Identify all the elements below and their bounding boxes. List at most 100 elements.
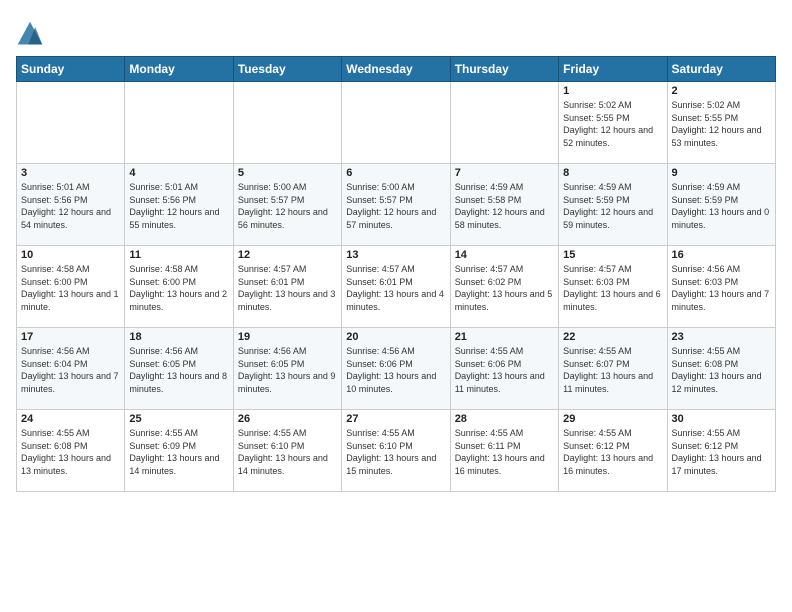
- day-info: Sunrise: 4:55 AM Sunset: 6:08 PM Dayligh…: [672, 345, 771, 395]
- day-info: Sunrise: 4:57 AM Sunset: 6:01 PM Dayligh…: [238, 263, 337, 313]
- day-number: 14: [455, 249, 554, 261]
- calendar-cell: 26Sunrise: 4:55 AM Sunset: 6:10 PM Dayli…: [233, 410, 341, 492]
- calendar-cell: 4 Sunrise: 5:01 AM Sunset: 5:56 PM Daylig…: [125, 164, 233, 246]
- day-info: Sunrise: 4:58 AM Sunset: 6:00 PM Dayligh…: [21, 263, 120, 313]
- weekday-header: Friday: [559, 57, 667, 82]
- calendar-cell: 5 Sunrise: 5:00 AM Sunset: 5:57 PM Daylig…: [233, 164, 341, 246]
- day-info: Sunrise: 4:55 AM Sunset: 6:12 PM Dayligh…: [563, 427, 662, 477]
- day-number: 27: [346, 413, 445, 425]
- calendar-cell: 23 Sunrise: 4:55 AM Sunset: 6:08 PM Dayli…: [667, 328, 775, 410]
- day-number: 19: [238, 331, 337, 343]
- day-info: Sunrise: 5:01 AM Sunset: 5:56 PM Dayligh…: [21, 181, 120, 231]
- day-number: 16: [672, 249, 771, 261]
- calendar-cell: 2Sunrise: 5:02 AM Sunset: 5:55 PM Daylig…: [667, 82, 775, 164]
- day-number: 25: [129, 413, 228, 425]
- calendar-week-row: 10 Sunrise: 4:58 AM Sunset: 6:00 PM Dayli…: [17, 246, 776, 328]
- calendar-cell: 24 Sunrise: 4:55 AM Sunset: 6:08 PM Dayli…: [17, 410, 125, 492]
- calendar-cell: 18 Sunrise: 4:56 AM Sunset: 6:05 PM Dayli…: [125, 328, 233, 410]
- day-info: Sunrise: 4:55 AM Sunset: 6:06 PM Dayligh…: [455, 345, 554, 395]
- calendar-cell: 15 Sunrise: 4:57 AM Sunset: 6:03 PM Dayli…: [559, 246, 667, 328]
- weekday-header: Monday: [125, 57, 233, 82]
- weekday-header: Sunday: [17, 57, 125, 82]
- day-info: Sunrise: 4:57 AM Sunset: 6:02 PM Dayligh…: [455, 263, 554, 313]
- day-number: 4: [129, 167, 228, 179]
- day-number: 29: [563, 413, 662, 425]
- day-info: Sunrise: 4:59 AM Sunset: 5:58 PM Dayligh…: [455, 181, 554, 231]
- logo-icon: [16, 20, 44, 48]
- day-info: Sunrise: 5:02 AM Sunset: 5:55 PM Dayligh…: [563, 99, 662, 149]
- day-info: Sunrise: 4:56 AM Sunset: 6:06 PM Dayligh…: [346, 345, 445, 395]
- day-number: 21: [455, 331, 554, 343]
- day-info: Sunrise: 5:01 AM Sunset: 5:56 PM Dayligh…: [129, 181, 228, 231]
- calendar-cell: 6 Sunrise: 5:00 AM Sunset: 5:57 PM Daylig…: [342, 164, 450, 246]
- day-info: Sunrise: 4:57 AM Sunset: 6:03 PM Dayligh…: [563, 263, 662, 313]
- calendar-cell: [17, 82, 125, 164]
- day-number: 12: [238, 249, 337, 261]
- weekday-header: Thursday: [450, 57, 558, 82]
- day-info: Sunrise: 4:55 AM Sunset: 6:10 PM Dayligh…: [346, 427, 445, 477]
- day-number: 15: [563, 249, 662, 261]
- day-info: Sunrise: 4:55 AM Sunset: 6:07 PM Dayligh…: [563, 345, 662, 395]
- day-info: Sunrise: 4:55 AM Sunset: 6:10 PM Dayligh…: [238, 427, 337, 477]
- calendar-cell: 3Sunrise: 5:01 AM Sunset: 5:56 PM Daylig…: [17, 164, 125, 246]
- day-number: 13: [346, 249, 445, 261]
- calendar-cell: 16 Sunrise: 4:56 AM Sunset: 6:03 PM Dayli…: [667, 246, 775, 328]
- day-info: Sunrise: 4:58 AM Sunset: 6:00 PM Dayligh…: [129, 263, 228, 313]
- day-number: 7: [455, 167, 554, 179]
- page-header: [16, 16, 776, 48]
- calendar-cell: 7 Sunrise: 4:59 AM Sunset: 5:58 PM Daylig…: [450, 164, 558, 246]
- day-number: 6: [346, 167, 445, 179]
- logo: [16, 20, 46, 48]
- day-number: 23: [672, 331, 771, 343]
- weekday-header: Wednesday: [342, 57, 450, 82]
- calendar-cell: 13 Sunrise: 4:57 AM Sunset: 6:01 PM Dayli…: [342, 246, 450, 328]
- calendar-cell: 21 Sunrise: 4:55 AM Sunset: 6:06 PM Dayli…: [450, 328, 558, 410]
- day-number: 10: [21, 249, 120, 261]
- day-info: Sunrise: 4:56 AM Sunset: 6:04 PM Dayligh…: [21, 345, 120, 395]
- day-number: 2: [672, 85, 771, 97]
- day-number: 18: [129, 331, 228, 343]
- day-info: Sunrise: 4:55 AM Sunset: 6:11 PM Dayligh…: [455, 427, 554, 477]
- calendar-cell: 29 Sunrise: 4:55 AM Sunset: 6:12 PM Dayli…: [559, 410, 667, 492]
- calendar-cell: 17Sunrise: 4:56 AM Sunset: 6:04 PM Dayli…: [17, 328, 125, 410]
- calendar-week-row: 17Sunrise: 4:56 AM Sunset: 6:04 PM Dayli…: [17, 328, 776, 410]
- day-number: 28: [455, 413, 554, 425]
- day-info: Sunrise: 4:56 AM Sunset: 6:03 PM Dayligh…: [672, 263, 771, 313]
- weekday-header: Saturday: [667, 57, 775, 82]
- day-info: Sunrise: 5:00 AM Sunset: 5:57 PM Dayligh…: [346, 181, 445, 231]
- day-info: Sunrise: 4:57 AM Sunset: 6:01 PM Dayligh…: [346, 263, 445, 313]
- calendar-table: SundayMondayTuesdayWednesdayThursdayFrid…: [16, 56, 776, 492]
- calendar-cell: [125, 82, 233, 164]
- calendar-week-row: 3Sunrise: 5:01 AM Sunset: 5:56 PM Daylig…: [17, 164, 776, 246]
- day-info: Sunrise: 5:00 AM Sunset: 5:57 PM Dayligh…: [238, 181, 337, 231]
- day-number: 30: [672, 413, 771, 425]
- day-number: 11: [129, 249, 228, 261]
- day-info: Sunrise: 4:55 AM Sunset: 6:12 PM Dayligh…: [672, 427, 771, 477]
- day-info: Sunrise: 4:55 AM Sunset: 6:09 PM Dayligh…: [129, 427, 228, 477]
- day-number: 5: [238, 167, 337, 179]
- calendar-cell: [450, 82, 558, 164]
- calendar-cell: 27 Sunrise: 4:55 AM Sunset: 6:10 PM Dayli…: [342, 410, 450, 492]
- calendar-header-row: SundayMondayTuesdayWednesdayThursdayFrid…: [17, 57, 776, 82]
- day-number: 9: [672, 167, 771, 179]
- calendar-cell: 10 Sunrise: 4:58 AM Sunset: 6:00 PM Dayli…: [17, 246, 125, 328]
- day-info: Sunrise: 4:56 AM Sunset: 6:05 PM Dayligh…: [238, 345, 337, 395]
- calendar-cell: 1Sunrise: 5:02 AM Sunset: 5:55 PM Daylig…: [559, 82, 667, 164]
- day-number: 22: [563, 331, 662, 343]
- calendar-cell: [233, 82, 341, 164]
- day-number: 24: [21, 413, 120, 425]
- day-number: 8: [563, 167, 662, 179]
- calendar-week-row: 1Sunrise: 5:02 AM Sunset: 5:55 PM Daylig…: [17, 82, 776, 164]
- day-info: Sunrise: 4:55 AM Sunset: 6:08 PM Dayligh…: [21, 427, 120, 477]
- calendar-cell: 11 Sunrise: 4:58 AM Sunset: 6:00 PM Dayli…: [125, 246, 233, 328]
- calendar-cell: 25 Sunrise: 4:55 AM Sunset: 6:09 PM Dayli…: [125, 410, 233, 492]
- calendar-cell: [342, 82, 450, 164]
- calendar-cell: 9Sunrise: 4:59 AM Sunset: 5:59 PM Daylig…: [667, 164, 775, 246]
- calendar-cell: 28 Sunrise: 4:55 AM Sunset: 6:11 PM Dayli…: [450, 410, 558, 492]
- calendar-cell: 8Sunrise: 4:59 AM Sunset: 5:59 PM Daylig…: [559, 164, 667, 246]
- calendar-cell: 14 Sunrise: 4:57 AM Sunset: 6:02 PM Dayli…: [450, 246, 558, 328]
- day-info: Sunrise: 4:56 AM Sunset: 6:05 PM Dayligh…: [129, 345, 228, 395]
- day-number: 20: [346, 331, 445, 343]
- calendar-week-row: 24 Sunrise: 4:55 AM Sunset: 6:08 PM Dayli…: [17, 410, 776, 492]
- calendar-cell: 30 Sunrise: 4:55 AM Sunset: 6:12 PM Dayli…: [667, 410, 775, 492]
